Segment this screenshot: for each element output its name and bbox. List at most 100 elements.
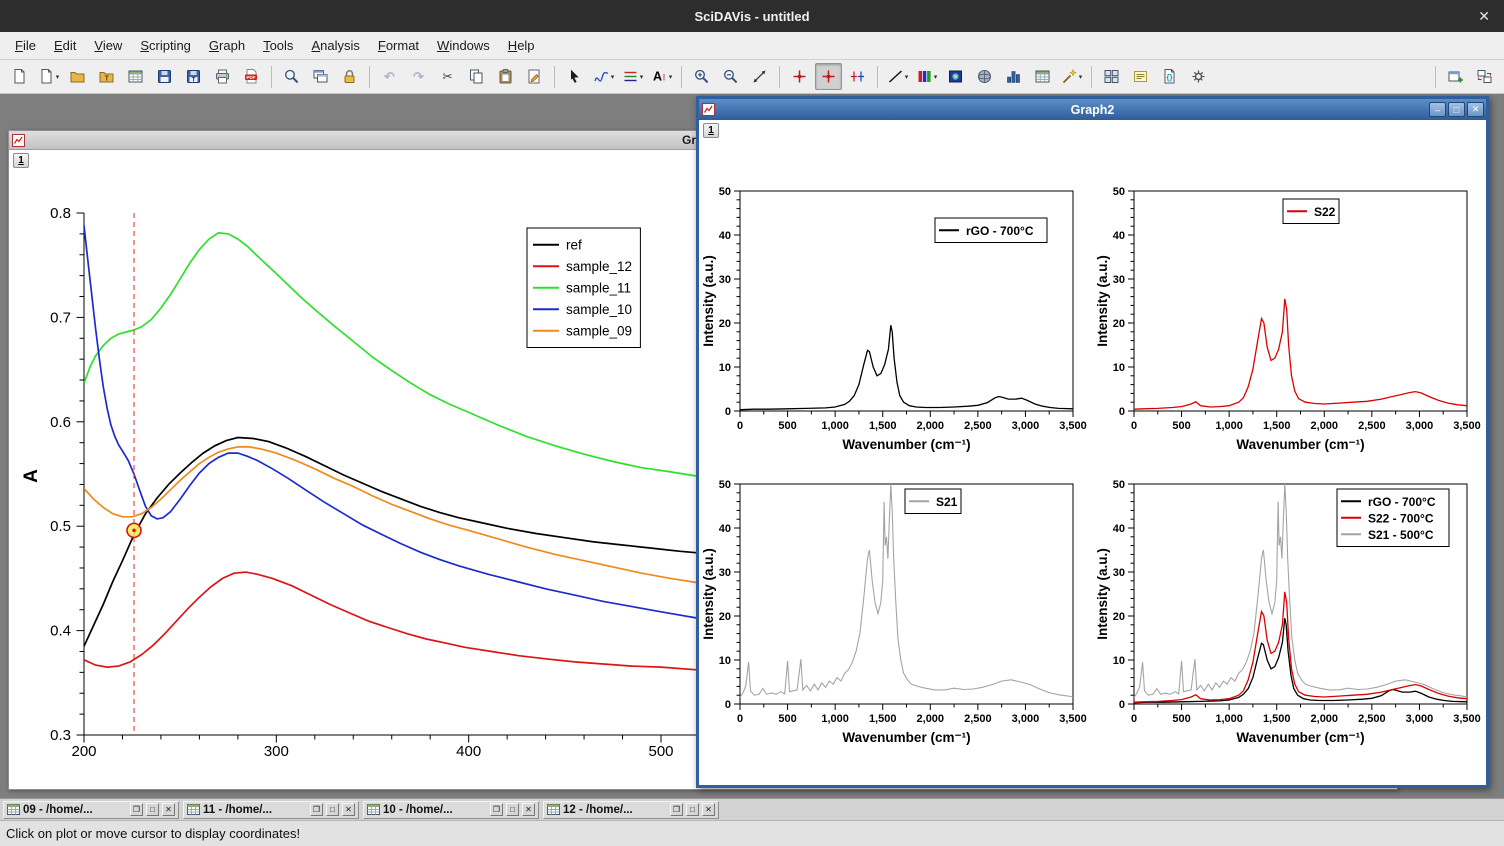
svg-text:3,500: 3,500 <box>1453 713 1481 725</box>
svg-text:{}: {} <box>1166 73 1172 82</box>
graph2-close-button[interactable]: ✕ <box>1467 102 1484 117</box>
new-table-button[interactable] <box>1029 63 1056 90</box>
data-reader-button[interactable] <box>815 63 842 90</box>
tab-undock-button[interactable]: ❐ <box>310 803 323 816</box>
open-project-button[interactable] <box>64 63 91 90</box>
save-project-button[interactable] <box>151 63 178 90</box>
svg-text:2,000: 2,000 <box>1311 420 1339 432</box>
svg-text:10: 10 <box>1113 655 1125 667</box>
tab-maximize-button[interactable]: □ <box>326 803 339 816</box>
export-pdf-button[interactable]: PDF <box>238 63 265 90</box>
plot-wizard-dropdown[interactable]: ▾ <box>1058 63 1085 90</box>
tab-maximize-button[interactable]: □ <box>146 803 159 816</box>
tab-undock-button[interactable]: ❐ <box>130 803 143 816</box>
histogram-button[interactable] <box>1000 63 1027 90</box>
plot-legend[interactable]: S22 <box>1283 199 1339 224</box>
paste-selection-button[interactable] <box>492 63 519 90</box>
draw-line-dropdown[interactable]: ▾ <box>884 63 911 90</box>
plot-style-dropdown[interactable]: ▾ <box>913 63 940 90</box>
graph2-titlebar[interactable]: Graph2 –□✕ <box>699 99 1486 120</box>
plot-3d-button[interactable] <box>971 63 998 90</box>
svg-text:30: 30 <box>1113 274 1125 286</box>
tab-close-button[interactable]: ✕ <box>162 803 175 816</box>
graph2-window[interactable]: Graph2 –□✕ 1 05001,0001,5002,0002,5003,0… <box>696 96 1489 788</box>
import-ascii-button[interactable] <box>122 63 149 90</box>
tab-maximize-button[interactable]: □ <box>686 803 699 816</box>
line-style-dropdown[interactable]: ▾ <box>619 63 646 90</box>
script-window-button[interactable]: {} <box>1156 63 1183 90</box>
find-window-button[interactable] <box>278 63 305 90</box>
zoom-in-button[interactable] <box>688 63 715 90</box>
tab-close-button[interactable]: ✕ <box>342 803 355 816</box>
taskbar-tab[interactable]: 10 - /home/...❐□✕ <box>363 801 539 819</box>
graph2-layer-button[interactable]: 1 <box>703 123 719 138</box>
redo-button[interactable]: ↷ <box>405 63 432 90</box>
toolbar-separator <box>554 66 555 88</box>
panel-layout-button[interactable] <box>1098 63 1125 90</box>
graph2-minimize-button[interactable]: – <box>1429 102 1446 117</box>
add-layer-button[interactable] <box>1442 63 1469 90</box>
edit-selection-button[interactable] <box>521 63 548 90</box>
menu-graph[interactable]: Graph <box>200 34 254 57</box>
menu-scripting[interactable]: Scripting <box>131 34 200 57</box>
new-window-dropdown[interactable]: ▾ <box>35 63 62 90</box>
preferences-button[interactable] <box>1185 63 1212 90</box>
svg-text:2,500: 2,500 <box>1358 713 1386 725</box>
tab-close-button[interactable]: ✕ <box>702 803 715 816</box>
plot-legend[interactable]: rGO - 700°CS22 - 700°CS21 - 500°C <box>1337 489 1449 547</box>
menu-format[interactable]: Format <box>369 34 428 57</box>
taskbar-tab[interactable]: 09 - /home/...❐□✕ <box>3 801 179 819</box>
svg-text:Intensity (a.u.): Intensity (a.u.) <box>701 255 716 347</box>
taskbar-tab[interactable]: 11 - /home/...❐□✕ <box>183 801 359 819</box>
taskbar-tab-label: 09 - /home/... <box>23 804 127 816</box>
rescale-axes-button[interactable] <box>746 63 773 90</box>
toolbar-separator <box>1435 66 1436 88</box>
menu-analysis[interactable]: Analysis <box>302 34 368 57</box>
tab-undock-button[interactable]: ❐ <box>670 803 683 816</box>
svg-text:3,000: 3,000 <box>1012 713 1040 725</box>
svg-text:20: 20 <box>1113 318 1125 330</box>
svg-text:40: 40 <box>719 230 731 242</box>
menu-help[interactable]: Help <box>499 34 544 57</box>
taskbar-tab[interactable]: 12 - /home/...❐□✕ <box>543 801 719 819</box>
zoom-out-button[interactable] <box>717 63 744 90</box>
svg-text:20: 20 <box>719 318 731 330</box>
raman-plots[interactable]: 05001,0001,5002,0002,5003,0003,500010203… <box>699 120 1486 785</box>
copy-selection-button[interactable] <box>463 63 490 90</box>
add-note-button[interactable] <box>1127 63 1154 90</box>
cut-selection-button[interactable]: ✂ <box>434 63 461 90</box>
plot-legend[interactable]: refsample_12sample_11sample_10sample_09 <box>527 228 640 348</box>
contour-plot-button[interactable] <box>942 63 969 90</box>
tab-close-button[interactable]: ✕ <box>522 803 535 816</box>
plot-legend[interactable]: rGO - 700°C <box>935 218 1047 243</box>
arrange-layers-button[interactable] <box>1471 63 1498 90</box>
new-project-button[interactable] <box>6 63 33 90</box>
menu-view[interactable]: View <box>85 34 131 57</box>
move-data-points-button[interactable] <box>786 63 813 90</box>
pointer-tool-button[interactable] <box>561 63 588 90</box>
text-tool-dropdown[interactable]: Al▾ <box>648 63 675 90</box>
svg-text:3,500: 3,500 <box>1059 420 1087 432</box>
menu-edit[interactable]: Edit <box>45 34 85 57</box>
svg-text:1,500: 1,500 <box>1263 713 1291 725</box>
menu-windows[interactable]: Windows <box>428 34 499 57</box>
open-template-button[interactable]: T <box>93 63 120 90</box>
graph2-body: 1 05001,0001,5002,0002,5003,0003,5000102… <box>699 120 1486 785</box>
select-curve-dropdown[interactable]: ▾ <box>590 63 617 90</box>
save-template-button[interactable]: T <box>180 63 207 90</box>
lock-toolbars-button[interactable] <box>336 63 363 90</box>
duplicate-window-button[interactable] <box>307 63 334 90</box>
svg-text:1,500: 1,500 <box>1263 420 1291 432</box>
svg-text:sample_11: sample_11 <box>566 280 631 295</box>
tab-undock-button[interactable]: ❐ <box>490 803 503 816</box>
select-data-range-button[interactable] <box>844 63 871 90</box>
graph1-layer-button[interactable]: 1 <box>13 153 29 168</box>
undo-button[interactable]: ↶ <box>376 63 403 90</box>
window-close-button[interactable]: ✕ <box>1478 8 1490 25</box>
menu-tools[interactable]: Tools <box>254 34 302 57</box>
menu-file[interactable]: File <box>6 34 45 57</box>
print-button[interactable] <box>209 63 236 90</box>
plot-legend[interactable]: S21 <box>905 489 961 514</box>
tab-maximize-button[interactable]: □ <box>506 803 519 816</box>
graph2-maximize-button[interactable]: □ <box>1448 102 1465 117</box>
